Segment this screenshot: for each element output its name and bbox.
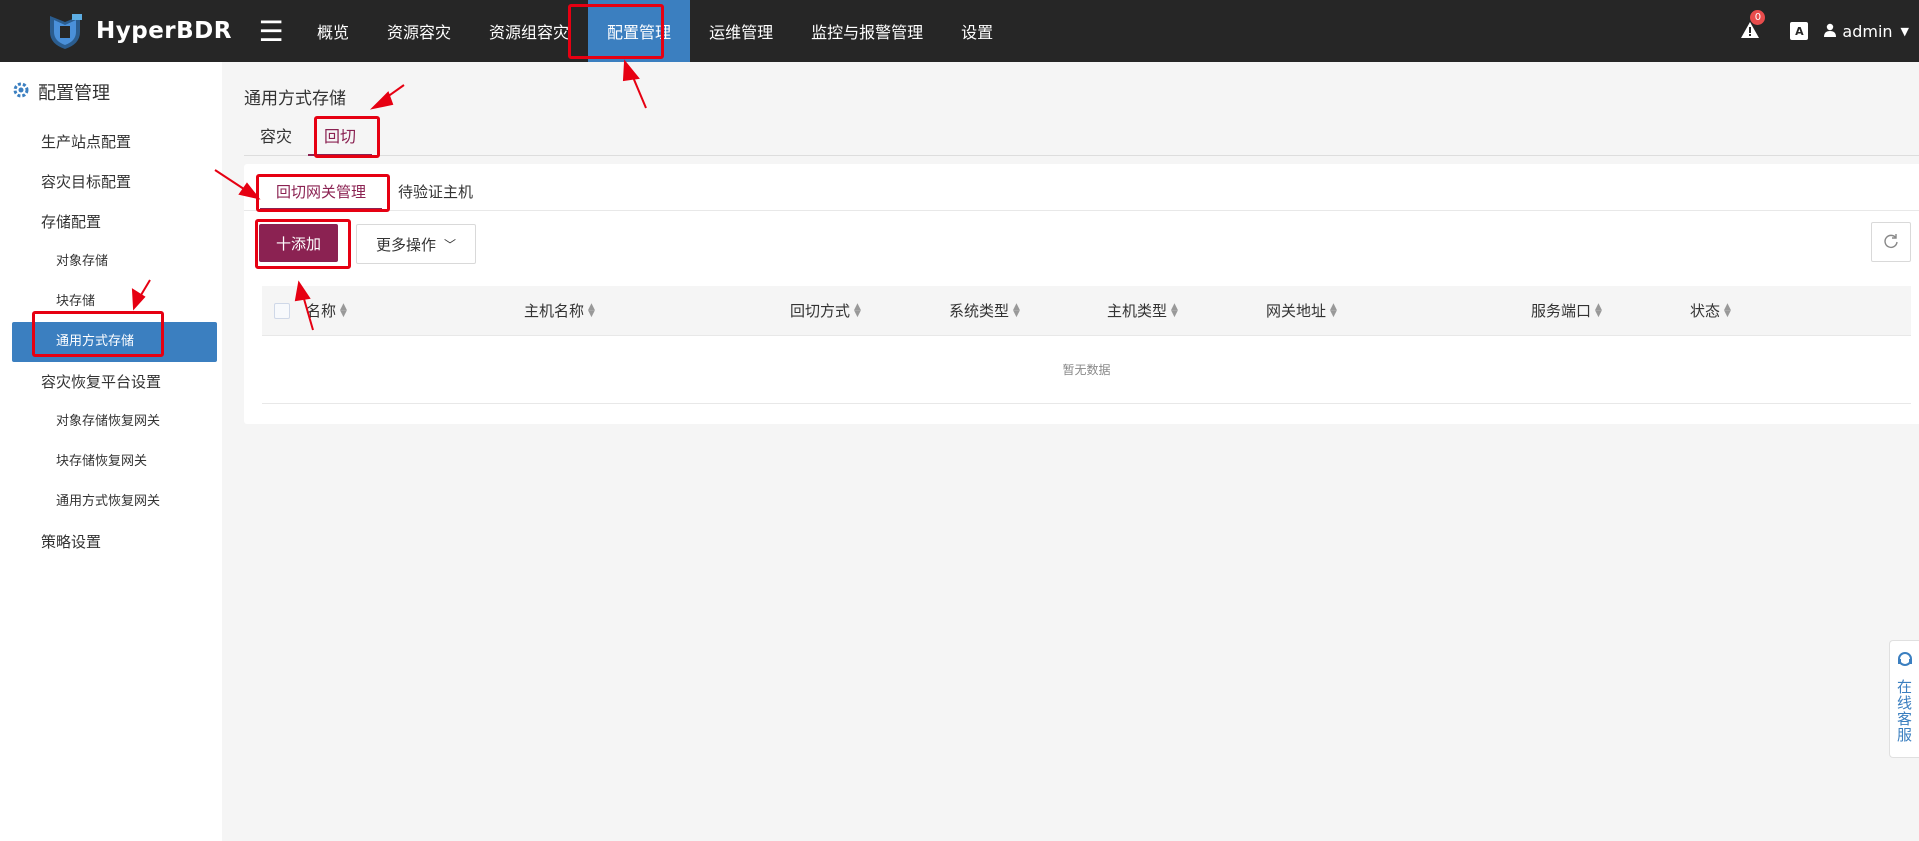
user-menu[interactable]: admin ▼ [1824, 22, 1909, 41]
column-label: 名称 [306, 302, 337, 320]
sidebar-item-block-storage[interactable]: 块存储 [0, 282, 222, 322]
online-service-button[interactable]: 在线客服 [1889, 640, 1919, 758]
headset-icon [1896, 651, 1914, 673]
sort-icon: ▲ ▼ [854, 301, 861, 319]
nav-item-ops-management[interactable]: 运维管理 [690, 0, 792, 62]
sub-tabs: 回切网关管理 待验证主机 [260, 174, 489, 210]
more-actions-button[interactable]: 更多操作 ﹀ [356, 224, 476, 264]
column-label: 主机名称 [524, 302, 585, 320]
sidebar-item-dr-target[interactable]: 容灾目标配置 [0, 162, 222, 202]
app-name: HyperBDR [96, 18, 232, 44]
chevron-down-icon: ﹀ [444, 237, 457, 252]
username: admin [1842, 21, 1893, 41]
column-label: 网关地址 [1266, 302, 1327, 320]
mode-tabs: 容灾 回切 [244, 118, 1919, 156]
column-hostname[interactable]: 主机名称 ▲ ▼ [524, 286, 790, 336]
column-host-type[interactable]: 主机类型 ▲ ▼ [1107, 286, 1266, 336]
column-label: 主机类型 [1107, 302, 1168, 320]
hyperbdr-logo-icon [46, 12, 84, 50]
page-title: 通用方式存储 [244, 89, 346, 109]
gateway-table: 名称 ▲ ▼ 主机名称 ▲ ▼ 回切方式 ▲ ▼ 系统类型 ▲ ▼ 主机类型 ▲ ▼ [262, 286, 1911, 404]
column-label: 回切方式 [790, 302, 851, 320]
alert-count-badge: 0 [1750, 10, 1766, 25]
sort-icon: ▲ ▼ [1013, 301, 1020, 319]
nav-item-resource-dr[interactable]: 资源容灾 [368, 0, 470, 62]
alert-button[interactable]: 0 [1740, 10, 1766, 44]
add-button[interactable]: 十添加 [259, 224, 338, 262]
sidebar-item-policy-settings[interactable]: 策略设置 [0, 522, 222, 562]
app-logo[interactable]: HyperBDR [46, 12, 236, 50]
tab-failback-gateway[interactable]: 回切网关管理 [260, 174, 383, 210]
main-nav: 概览 资源容灾 资源组容灾 配置管理 运维管理 监控与报警管理 设置 [298, 0, 1012, 62]
refresh-button[interactable] [1871, 222, 1911, 262]
column-failback-mode[interactable]: 回切方式 ▲ ▼ [790, 286, 949, 336]
top-navbar: HyperBDR ☰ 概览 资源容灾 资源组容灾 配置管理 运维管理 监控与报警… [0, 0, 1919, 62]
sort-icon: ▲ ▼ [1724, 301, 1731, 319]
sidebar-item-generic-recovery-gateway[interactable]: 通用方式恢复网关 [0, 482, 222, 522]
nav-item-settings[interactable]: 设置 [942, 0, 1012, 62]
sidebar-title: 配置管理 [0, 62, 222, 122]
nav-item-overview[interactable]: 概览 [298, 0, 368, 62]
menu-toggle-icon[interactable]: ☰ [248, 15, 294, 48]
table-header: 名称 ▲ ▼ 主机名称 ▲ ▼ 回切方式 ▲ ▼ 系统类型 ▲ ▼ 主机类型 ▲ ▼ [262, 286, 1911, 336]
online-service-label: 在线客服 [1895, 679, 1913, 743]
caret-down-icon: ▼ [1900, 24, 1909, 38]
sort-icon: ▲ ▼ [1171, 301, 1178, 319]
sidebar-item-production-site[interactable]: 生产站点配置 [0, 122, 222, 162]
column-name[interactable]: 名称 ▲ ▼ [262, 286, 524, 336]
select-all-checkbox[interactable] [274, 302, 290, 319]
main-content: 通用方式存储 容灾 回切 回切网关管理 待验证主机 十添加 更多操作 ﹀ 名称 … [222, 62, 1919, 841]
nav-item-monitoring-alerts[interactable]: 监控与报警管理 [792, 0, 942, 62]
refresh-icon [1883, 233, 1899, 252]
sidebar-item-generic-storage[interactable]: 通用方式存储 [12, 322, 217, 362]
nav-right-tools: 0 A admin ▼ [1740, 0, 1909, 62]
tab-pending-hosts[interactable]: 待验证主机 [382, 174, 489, 210]
content-card: 回切网关管理 待验证主机 十添加 更多操作 ﹀ 名称 ▲ ▼ 主机名称 ▲ ▼ … [244, 164, 1919, 424]
column-label: 状态 [1690, 302, 1721, 320]
nav-item-resource-group-dr[interactable]: 资源组容灾 [470, 0, 588, 62]
tab-failback[interactable]: 回切 [308, 118, 373, 156]
user-icon [1824, 22, 1837, 41]
sort-icon: ▲ ▼ [340, 301, 347, 319]
sort-icon: ▲ ▼ [1595, 301, 1602, 319]
sort-icon: ▲ ▼ [588, 301, 595, 319]
column-status[interactable]: 状态 ▲ ▼ [1690, 286, 1840, 336]
tab-dr[interactable]: 容灾 [244, 118, 308, 156]
sidebar-item-object-storage[interactable]: 对象存储 [0, 242, 222, 282]
column-os-type[interactable]: 系统类型 ▲ ▼ [949, 286, 1107, 336]
sidebar-item-storage-config[interactable]: 存储配置 [0, 202, 222, 242]
sort-icon: ▲ ▼ [1330, 301, 1337, 319]
sidebar-item-object-recovery-gateway[interactable]: 对象存储恢复网关 [0, 402, 222, 442]
sidebar-item-recovery-platform[interactable]: 容灾恢复平台设置 [0, 362, 222, 402]
column-label: 服务端口 [1531, 302, 1592, 320]
column-label: 系统类型 [949, 302, 1010, 320]
sidebar-title-label: 配置管理 [38, 83, 110, 104]
warning-icon [1740, 22, 1760, 44]
sidebar: 配置管理 生产站点配置 容灾目标配置 存储配置 对象存储 块存储 通用方式存储 … [0, 62, 222, 841]
language-icon[interactable]: A [1790, 22, 1809, 40]
nav-item-config-management[interactable]: 配置管理 [588, 0, 691, 62]
column-gateway-address[interactable]: 网关地址 ▲ ▼ [1266, 286, 1531, 336]
sidebar-item-block-recovery-gateway[interactable]: 块存储恢复网关 [0, 442, 222, 482]
column-service-port[interactable]: 服务端口 ▲ ▼ [1531, 286, 1690, 336]
empty-state: 暂无数据 [262, 336, 1911, 404]
tabs-divider [244, 210, 1919, 211]
settings-gear-icon [12, 81, 30, 104]
more-actions-label: 更多操作 [375, 236, 436, 254]
